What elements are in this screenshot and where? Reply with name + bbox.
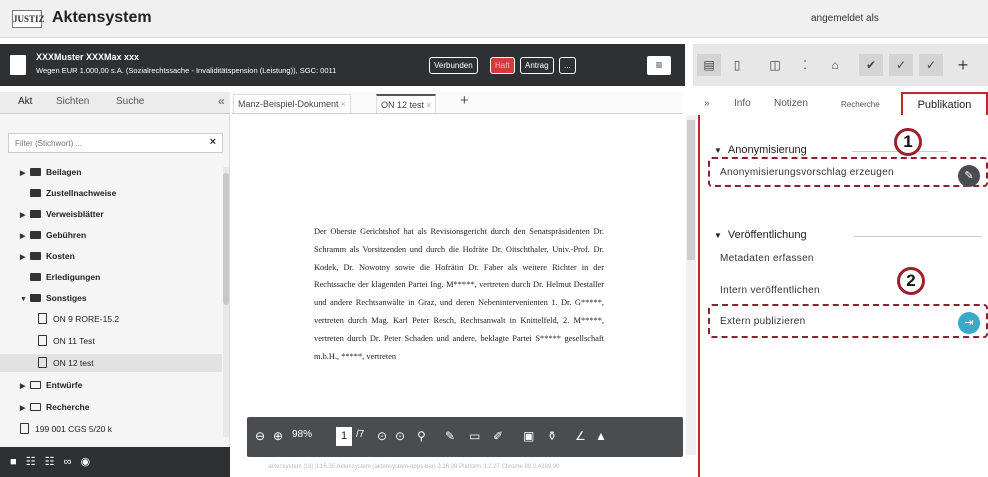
caret-down-icon: ▼	[714, 231, 722, 240]
case-header-bar: XXXMuster XXXMax xxx Wegen EUR 1.000,00 …	[0, 44, 685, 86]
tab-info[interactable]: Info	[734, 98, 751, 109]
tab-manz-beispiel[interactable]: Manz-Beispiel-Dokument ×	[233, 94, 351, 113]
tree-item-case[interactable]: 199 001 CGS 5/20 k	[20, 420, 112, 438]
anonymization-suggestion-label[interactable]: Anonymisierungsvorschlag erzeugen	[720, 167, 894, 178]
left-tabs: Akt Sichten Suche «	[0, 92, 230, 114]
justiz-logo: JUSTIZ	[12, 10, 45, 28]
folder-icon[interactable]: ■	[10, 456, 20, 468]
doc-color-icon[interactable]: ▤	[697, 54, 721, 76]
tab-notizen[interactable]: Notizen	[774, 98, 808, 109]
version-footer: aktensystem (UI) 3.16.25 Aktensystem (ak…	[268, 464, 560, 470]
check-icon[interactable]: ✔	[859, 54, 883, 76]
app-title: Aktensystem	[52, 9, 152, 26]
tag-verbunden[interactable]: Verbunden	[429, 57, 478, 74]
metadata-capture-item[interactable]: Metadaten erfassen	[720, 253, 814, 264]
external-publish-item[interactable]: Extern publizieren	[720, 316, 805, 327]
zoom-out-icon[interactable]: ⊖	[255, 429, 265, 443]
section-anonymisierung[interactable]: ▼ Anonymisierung	[714, 144, 807, 156]
tag-antrag[interactable]: Antrag	[520, 57, 554, 74]
tree-item-verweisblaetter[interactable]: ▶ Verweisblätter	[20, 205, 104, 223]
doc-icon[interactable]: ▯	[725, 54, 749, 76]
tree-item-kosten[interactable]: ▶ Kosten	[20, 247, 75, 265]
document-tabs: Manz-Beispiel-Dokument × ON 12 test × +	[232, 92, 682, 114]
tree-item-on11[interactable]: ON 11 Test	[38, 332, 95, 350]
tab-publikation[interactable]: Publikation	[901, 92, 988, 116]
tree-item-sonstiges[interactable]: ▼ Sonstiges	[20, 289, 87, 307]
close-tab-icon[interactable]: ×	[426, 100, 431, 110]
tree-item-gebuehren[interactable]: ▶ Gebühren	[20, 226, 86, 244]
collapse-left-icon[interactable]: «	[218, 94, 225, 108]
tab-akt[interactable]: Akt	[18, 96, 32, 107]
page-count: /7	[356, 429, 365, 440]
callout-badge-2: 2	[897, 267, 925, 295]
left-scrollbar[interactable]	[223, 167, 229, 437]
new-tab-icon[interactable]: +	[460, 92, 469, 109]
internal-publish-item[interactable]: Intern veröffentlichen	[720, 285, 820, 296]
tab-sichten[interactable]: Sichten	[56, 96, 89, 107]
filter-field[interactable]: ×	[8, 133, 223, 153]
tree-item-beilagen[interactable]: ▶ Beilagen	[20, 163, 81, 181]
eye-icon[interactable]: ◉	[81, 456, 94, 468]
home-icon[interactable]: ⌂	[823, 54, 847, 76]
check-less-icon[interactable]: ✓	[889, 54, 913, 76]
list-icon[interactable]: ☷	[45, 456, 58, 468]
pen-icon[interactable]: ∠	[575, 429, 586, 443]
comment-icon[interactable]: ▭	[469, 429, 480, 443]
list-icon[interactable]: ☷	[26, 456, 39, 468]
edit-pen-icon[interactable]: ✎	[958, 165, 980, 187]
caret-down-icon: ▼	[714, 146, 722, 155]
page-number-input[interactable]: 1	[336, 427, 352, 446]
publish-arrow-icon[interactable]: ⇥	[958, 312, 980, 334]
clear-filter-icon[interactable]: ×	[210, 136, 216, 148]
case-subject: Wegen EUR 1.000,00 s.A. (Sozialrechtssac…	[36, 66, 337, 75]
briefcase-icon[interactable]: ▣	[523, 429, 534, 443]
filter-input[interactable]	[9, 134, 194, 152]
tree-item-recherche[interactable]: ▶ Recherche	[20, 398, 89, 416]
expand-right-icon[interactable]: »	[704, 98, 710, 109]
top-header: JUSTIZ Aktensystem angemeldet als	[0, 0, 988, 38]
zoom-level[interactable]: 98%	[292, 429, 312, 440]
next-page-icon[interactable]: ⊙	[395, 429, 405, 443]
case-parties: XXXMuster XXXMax xxx	[36, 52, 140, 62]
tab-suche[interactable]: Suche	[116, 96, 144, 107]
document-text: Der Oberste Gerichtshof hat als Revision…	[314, 227, 604, 361]
link-icon[interactable]: ∞	[64, 456, 75, 468]
tree-item-erledigungen[interactable]: Erledigungen	[20, 268, 100, 286]
plus-icon[interactable]: +	[951, 54, 975, 76]
close-tab-icon[interactable]: ×	[341, 99, 346, 109]
hamburger-menu-icon[interactable]: ≡	[647, 56, 671, 75]
tab-on12[interactable]: ON 12 test ×	[376, 94, 437, 113]
document-scrollbar[interactable]	[686, 115, 696, 455]
tab-recherche[interactable]: Recherche	[841, 100, 880, 109]
tree-item-zustellnachweise[interactable]: Zustellnachweise	[20, 184, 116, 202]
highlight-icon[interactable]: ✐	[493, 429, 503, 443]
publication-panel: ▼ Anonymisierung 1 Anonymisierungsvorschl…	[698, 115, 988, 477]
zoom-in-icon[interactable]: ⊕	[273, 429, 283, 443]
panel-icon[interactable]: ◫	[763, 54, 787, 76]
lock-icon[interactable]: ▲	[595, 429, 607, 443]
left-bottom-toolbar: ■ ☷ ☷ ∞ ◉	[0, 447, 230, 477]
tree-item-on9[interactable]: ON 9 RORE-15.2	[38, 310, 119, 328]
stamp-icon[interactable]: ⚱	[547, 429, 557, 443]
right-toolbar: ▤ ▯ ◫ ⁚ ⌂ ✔ ✓ ✓ +	[693, 44, 988, 86]
tree-item-entwuerfe[interactable]: ▶ Entwürfe	[20, 376, 82, 394]
viewer-toolbar: ⊖ ⊕ 98% 1 /7 ⊙ ⊙ ⚲ ✎ ▭ ✐ ▣ ⚱ ∠ ▲	[247, 417, 683, 457]
logged-in-label: angemeldet als	[811, 13, 879, 24]
section-veroeffentlichung[interactable]: ▼ Veröffentlichung	[714, 229, 807, 241]
tree-item-on12-selected[interactable]: ON 12 test	[0, 354, 222, 372]
prev-page-icon[interactable]: ⊙	[377, 429, 387, 443]
file-icon	[10, 55, 26, 75]
callout-badge-1: 1	[894, 128, 922, 156]
grid-icon[interactable]: ⁚	[793, 54, 817, 76]
tag-more[interactable]: ...	[559, 57, 576, 74]
search-icon[interactable]: ⚲	[417, 429, 426, 443]
divider	[854, 236, 982, 237]
annotate-icon[interactable]: ✎	[445, 429, 455, 443]
tag-haft[interactable]: Haft	[490, 57, 515, 74]
app-root: JUSTIZ Aktensystem angemeldet als XXXMus…	[0, 0, 988, 477]
check-less-icon[interactable]: ✓	[919, 54, 943, 76]
left-panel: Akt Sichten Suche « × ▶Beilagen Zustelln…	[0, 92, 230, 477]
